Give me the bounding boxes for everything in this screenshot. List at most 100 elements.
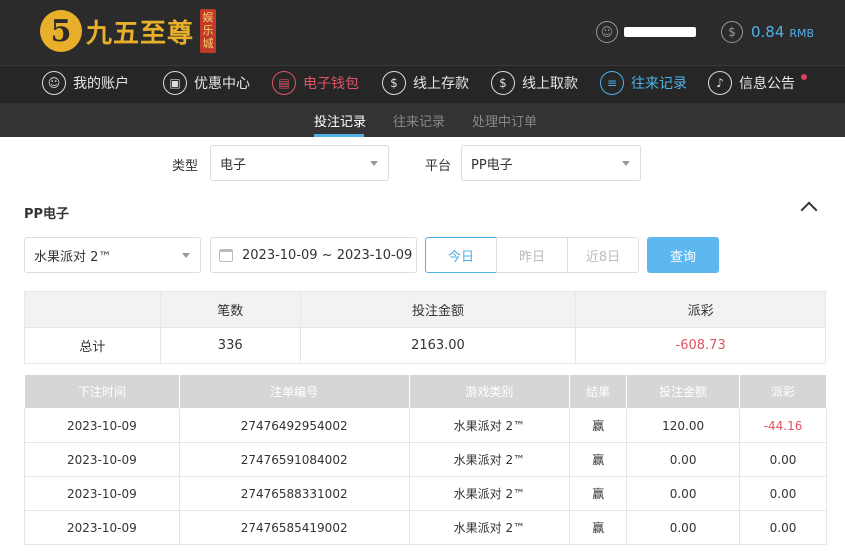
bet-time: 2023-10-09	[24, 408, 180, 443]
column-header: 投注金额	[626, 374, 741, 409]
table-header-row: 下注时间 注单编号 游戏类别 结果 投注金额 派彩	[24, 374, 827, 409]
bet-id: 27476588331002	[178, 476, 410, 511]
bell-icon: ♪	[708, 71, 732, 95]
game-category: 水果派对 2™	[408, 510, 571, 545]
section-title: PP电子	[24, 207, 70, 222]
today-button[interactable]: 今日	[425, 237, 497, 273]
nav-label: 我的账户	[73, 76, 129, 92]
game-select-value: 水果派对 2™	[34, 249, 112, 265]
platform-select-value: PP电子	[471, 157, 513, 173]
user-icon: ☺	[596, 21, 618, 43]
bet-amount: 0.00	[626, 442, 741, 477]
date-range-picker[interactable]: 2023-10-09 ~ 2023-10-09	[210, 237, 417, 273]
nav-label: 线上取款	[522, 76, 578, 92]
user-icon: ☺	[42, 71, 66, 95]
top-bar: 5 九五至尊 娱乐城 ☺ $ 0.84 RMB	[0, 0, 845, 65]
bet-result: 赢	[569, 510, 628, 545]
payout: 0.00	[739, 510, 827, 545]
brand-seal: 娱乐城	[200, 9, 217, 53]
user-info[interactable]: ☺	[596, 21, 696, 43]
tab-pending-orders[interactable]: 处理中订单	[472, 111, 537, 130]
bet-id: 27476591084002	[178, 442, 410, 477]
bet-id: 27476585419002	[178, 510, 410, 545]
balance-display: $ 0.84 RMB	[721, 21, 814, 43]
bet-time: 2023-10-09	[24, 476, 180, 511]
notification-dot	[801, 74, 807, 80]
summary-header-cell: 笔数	[159, 291, 301, 328]
game-category: 水果派对 2™	[408, 476, 571, 511]
logo-badge: 5	[40, 10, 82, 52]
payout: 0.00	[739, 442, 827, 477]
table-row: 2023-10-09 27476492954002 水果派对 2™ 赢 120.…	[24, 408, 827, 443]
currency-icon: $	[721, 21, 743, 43]
game-category: 水果派对 2™	[408, 408, 571, 443]
nav-online-deposit[interactable]: $ 线上存款	[382, 71, 469, 95]
type-select[interactable]: 电子	[210, 145, 389, 181]
tab-bet-records[interactable]: 投注记录	[314, 111, 366, 130]
nav-e-wallet[interactable]: ▤ 电子钱包	[272, 71, 359, 95]
game-category: 水果派对 2™	[408, 442, 571, 477]
nav-label: 电子钱包	[303, 76, 359, 92]
column-header: 游戏类别	[408, 374, 571, 409]
payout: -44.16	[739, 408, 827, 443]
nav-online-withdraw[interactable]: $ 线上取款	[491, 71, 578, 95]
type-label: 类型	[172, 159, 199, 174]
wallet-icon: ▤	[272, 71, 296, 95]
bet-id: 27476492954002	[178, 408, 410, 443]
nav-records[interactable]: ≡ 往来记录	[600, 71, 687, 95]
game-select[interactable]: 水果派对 2™	[24, 237, 201, 273]
summary-cell: 总计	[24, 327, 161, 364]
summary-cell: 336	[159, 327, 301, 364]
nav-label: 线上存款	[413, 76, 469, 92]
platform-label: 平台	[425, 159, 452, 174]
column-header: 下注时间	[24, 374, 180, 409]
date-range-value: 2023-10-09 ~ 2023-10-09	[242, 247, 413, 263]
username-redacted	[624, 27, 696, 37]
bet-time: 2023-10-09	[24, 442, 180, 477]
summary-cell: -608.73	[575, 327, 826, 364]
active-tab-indicator	[314, 134, 364, 137]
tab-transaction-records[interactable]: 往来记录	[393, 111, 445, 130]
summary-row: 总计 336 2163.00 -608.73	[24, 327, 826, 364]
bet-time: 2023-10-09	[24, 510, 180, 545]
balance-currency: RMB	[789, 26, 815, 40]
bet-result: 赢	[569, 408, 628, 443]
yesterday-button[interactable]: 昨日	[496, 237, 568, 273]
column-header: 注单编号	[178, 374, 410, 409]
brand-logo[interactable]: 5 九五至尊 娱乐城	[40, 9, 217, 53]
chevron-down-icon	[370, 161, 378, 166]
payout: 0.00	[739, 476, 827, 511]
summary-header-cell: 投注金额	[299, 291, 577, 328]
bet-result: 赢	[569, 476, 628, 511]
chevron-down-icon	[182, 253, 190, 258]
table-row: 2023-10-09 27476585419002 水果派对 2™ 赢 0.00…	[24, 510, 827, 545]
summary-table: 笔数 投注金额 派彩 总计 336 2163.00 -608.73	[24, 291, 826, 364]
column-header: 结果	[569, 374, 628, 409]
bet-records-table: 下注时间 注单编号 游戏类别 结果 投注金额 派彩 2023-10-09 274…	[24, 374, 827, 545]
bet-result: 赢	[569, 442, 628, 477]
summary-header-row: 笔数 投注金额 派彩	[24, 291, 826, 328]
query-button[interactable]: 查询	[647, 237, 719, 273]
nav-label: 优惠中心	[194, 76, 250, 92]
brand-name: 九五至尊	[86, 18, 195, 49]
main-nav: ☺ 我的账户 ▣ 优惠中心 ▤ 电子钱包 $ 线上存款 $ 线上取款 ≡ 往来记…	[0, 65, 845, 103]
summary-header-cell: 派彩	[575, 291, 826, 328]
sub-nav: 投注记录 往来记录 处理中订单	[0, 103, 845, 137]
gift-icon: ▣	[163, 71, 187, 95]
nav-announcements[interactable]: ♪ 信息公告	[708, 71, 795, 95]
last-8-days-button[interactable]: 近8日	[567, 237, 639, 273]
withdraw-icon: $	[491, 71, 515, 95]
summary-header-cell	[24, 291, 161, 328]
nav-my-account[interactable]: ☺ 我的账户	[42, 71, 129, 95]
chevron-up-icon[interactable]	[800, 201, 818, 219]
balance-value: 0.84	[751, 23, 785, 41]
type-select-value: 电子	[220, 157, 247, 173]
table-row: 2023-10-09 27476588331002 水果派对 2™ 赢 0.00…	[24, 476, 827, 511]
column-header: 派彩	[739, 374, 827, 409]
platform-select[interactable]: PP电子	[461, 145, 641, 181]
nav-promotions[interactable]: ▣ 优惠中心	[163, 71, 250, 95]
table-row: 2023-10-09 27476591084002 水果派对 2™ 赢 0.00…	[24, 442, 827, 477]
chevron-down-icon	[622, 161, 630, 166]
bet-amount: 0.00	[626, 476, 741, 511]
deposit-icon: $	[382, 71, 406, 95]
